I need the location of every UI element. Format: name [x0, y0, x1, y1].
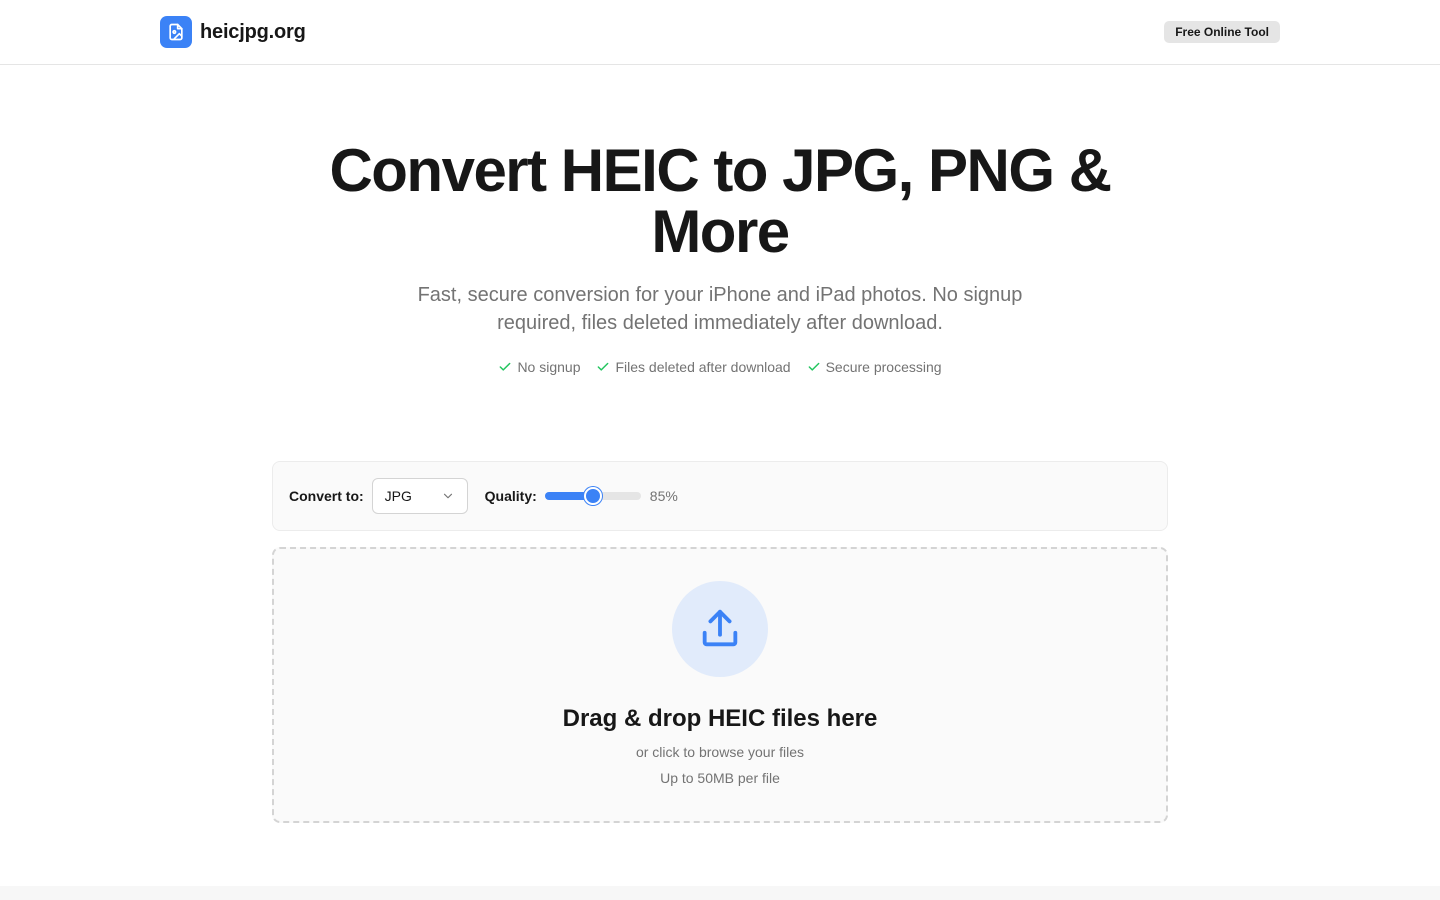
feature-item: No signup	[498, 359, 580, 375]
feature-list: No signup Files deleted after download S…	[0, 359, 1440, 375]
feature-label: Files deleted after download	[615, 359, 791, 375]
page-subtitle: Fast, secure conversion for your iPhone …	[417, 284, 1023, 334]
next-section-edge	[0, 886, 1440, 900]
check-icon	[598, 362, 609, 371]
convert-to-label: Convert to:	[289, 488, 364, 504]
file-dropzone[interactable]: Drag & drop HEIC files here or click to …	[272, 547, 1168, 823]
check-icon	[500, 362, 511, 371]
format-select[interactable]: JPG	[371, 478, 468, 514]
check-icon	[808, 362, 819, 371]
format-select-value: JPG	[384, 488, 412, 504]
feature-label: No signup	[517, 359, 581, 375]
file-size-limit: Up to 50MB per file	[660, 770, 780, 786]
quality-slider[interactable]	[544, 486, 641, 506]
site-header: heicjpg.org Free Online Tool	[0, 0, 1440, 65]
free-tool-badge: Free Online Tool	[1164, 21, 1280, 43]
feature-item: Files deleted after download	[596, 359, 791, 375]
hero-section: Convert HEIC to JPG, PNG & More Fast, se…	[0, 140, 1440, 375]
feature-label: Secure processing	[825, 359, 942, 375]
quality-label: Quality:	[484, 488, 537, 504]
conversion-controls: Convert to: JPG Quality: 85%	[272, 461, 1168, 531]
page-title: Convert HEIC to JPG, PNG & More	[329, 137, 1112, 265]
chevron-down-icon	[443, 493, 452, 499]
upload-icon	[672, 581, 768, 677]
image-file-icon	[160, 16, 192, 48]
feature-item: Secure processing	[807, 359, 942, 375]
site-name: heicjpg.org	[200, 20, 306, 43]
browse-files-link[interactable]: or click to browse your files	[274, 744, 1166, 760]
dropzone-title: Drag & drop HEIC files here	[562, 705, 878, 732]
quality-value: 85%	[649, 488, 678, 504]
site-logo[interactable]: heicjpg.org	[160, 16, 306, 48]
quality-slider-thumb[interactable]	[584, 487, 603, 505]
